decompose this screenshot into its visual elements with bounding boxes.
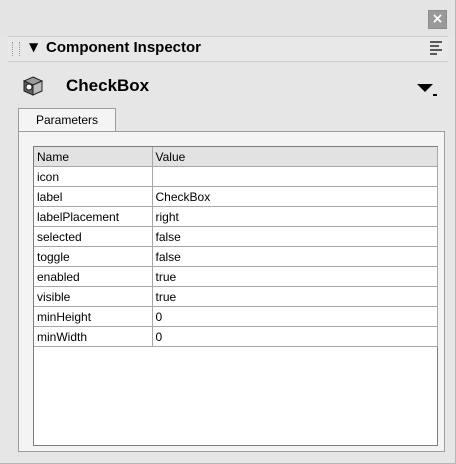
tab-parameters[interactable]: Parameters: [18, 108, 116, 132]
component-cube-icon: [22, 76, 44, 96]
table-row[interactable]: minHeight 0: [34, 306, 438, 327]
table-row[interactable]: enabled true: [34, 266, 438, 287]
param-value[interactable]: true: [152, 286, 438, 307]
parameters-grid: Name Value icon label CheckBox labelPlac…: [33, 146, 438, 446]
grid-header-row: Name Value: [34, 147, 438, 167]
table-row[interactable]: labelPlacement right: [34, 206, 438, 227]
param-name: minHeight: [34, 306, 153, 327]
table-row[interactable]: icon: [34, 166, 438, 187]
param-value[interactable]: 0: [152, 326, 438, 347]
panel-options-menu-icon[interactable]: [430, 41, 442, 55]
collapse-arrow-icon[interactable]: ▼: [29, 40, 38, 54]
component-name: CheckBox: [66, 76, 150, 95]
component-inspector-window: × ▼ Component Inspector CheckBox Paramet…: [0, 0, 456, 464]
param-name: labelPlacement: [34, 206, 153, 227]
column-header-value[interactable]: Value: [152, 147, 438, 167]
param-value[interactable]: 0: [152, 306, 438, 327]
table-row[interactable]: visible true: [34, 286, 438, 307]
param-name: toggle: [34, 246, 153, 267]
table-row[interactable]: minWidth 0: [34, 326, 438, 347]
drag-grip-icon[interactable]: [12, 42, 20, 56]
param-name: icon: [34, 166, 153, 187]
param-value[interactable]: [152, 166, 438, 187]
close-button[interactable]: ×: [428, 10, 447, 29]
param-name: minWidth: [34, 326, 153, 347]
tab-strip: Parameters: [18, 108, 438, 132]
param-value[interactable]: CheckBox: [152, 186, 438, 207]
table-row[interactable]: selected false: [34, 226, 438, 247]
param-name: label: [34, 186, 153, 207]
close-icon: ×: [431, 11, 444, 27]
table-row[interactable]: toggle false: [34, 246, 438, 267]
column-header-name[interactable]: Name: [34, 147, 153, 167]
param-name: visible: [34, 286, 153, 307]
panel-title: Component Inspector: [46, 39, 202, 56]
component-header: CheckBox: [8, 62, 448, 108]
param-name: enabled: [34, 266, 153, 287]
param-value[interactable]: false: [152, 246, 438, 267]
panel-header[interactable]: ▼ Component Inspector: [8, 36, 448, 62]
component-menu-dropdown-icon[interactable]: [416, 82, 438, 98]
parameters-pane: Name Value icon label CheckBox labelPlac…: [18, 131, 445, 452]
param-value[interactable]: right: [152, 206, 438, 227]
table-row[interactable]: label CheckBox: [34, 186, 438, 207]
param-value[interactable]: false: [152, 226, 438, 247]
param-value[interactable]: true: [152, 266, 438, 287]
param-name: selected: [34, 226, 153, 247]
window-titlebar[interactable]: ×: [0, 0, 455, 34]
